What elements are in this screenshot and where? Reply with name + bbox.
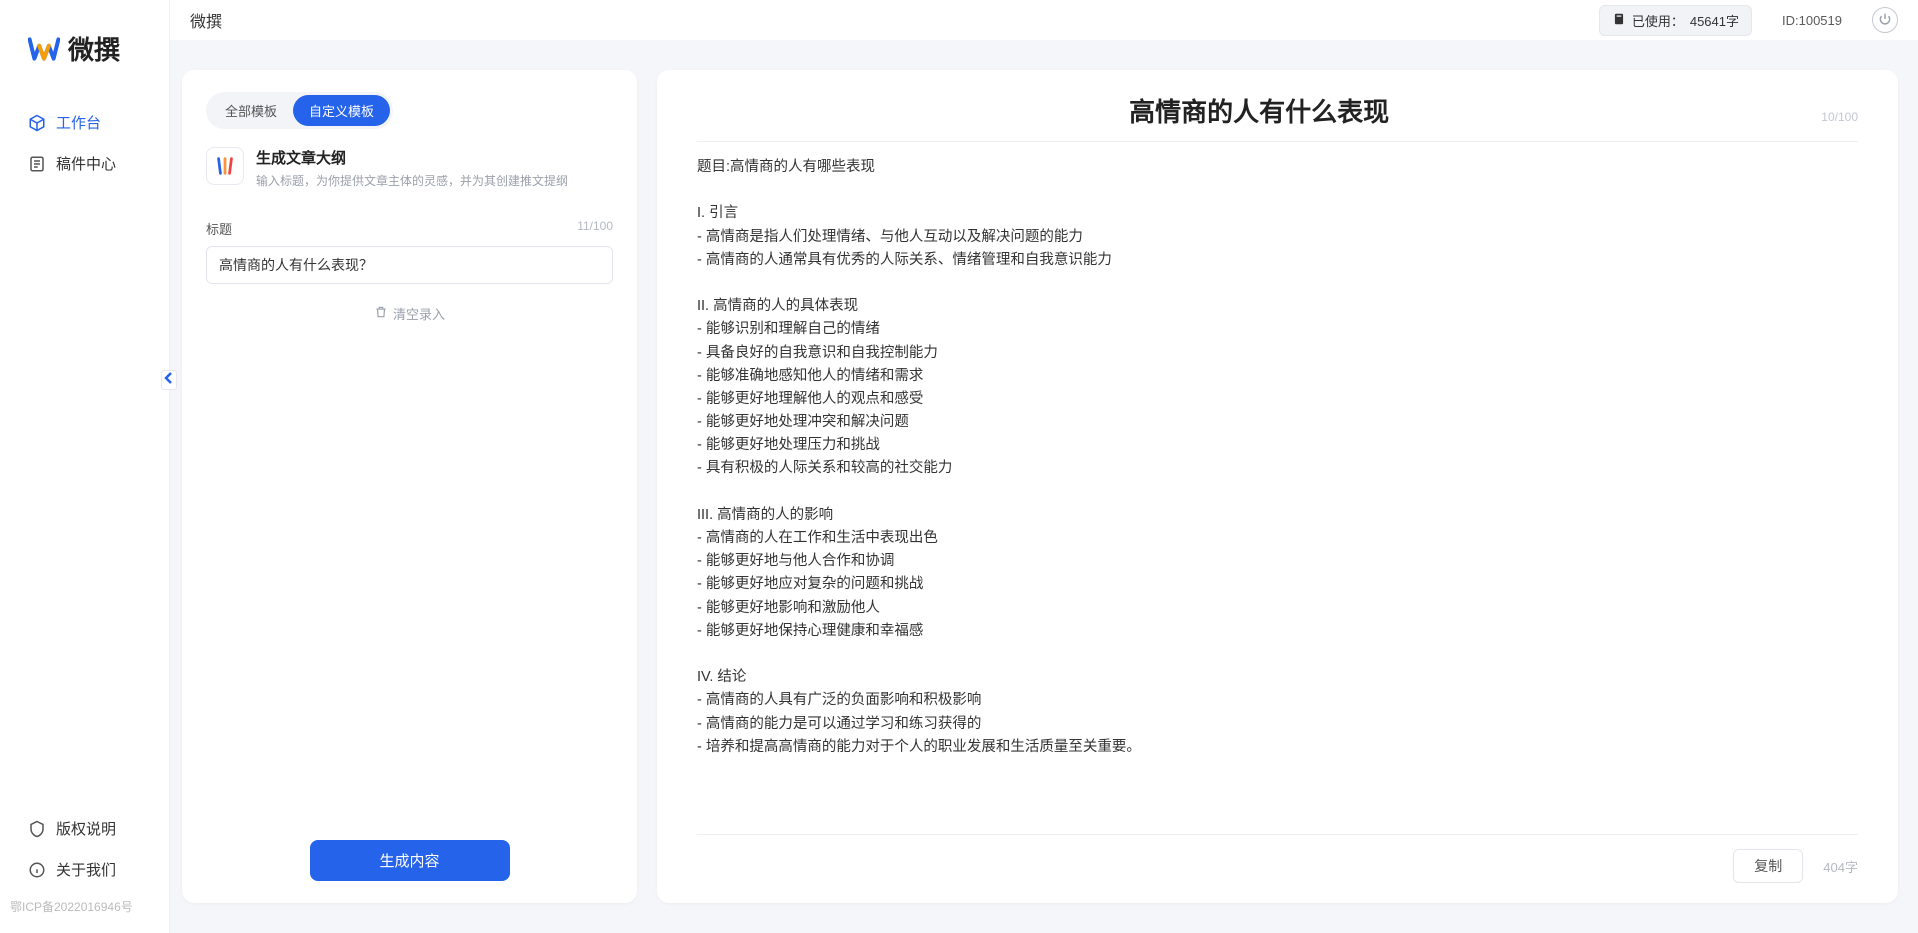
output-title-char-count: 10/100 (1821, 110, 1858, 124)
nav-label: 版权说明 (56, 818, 116, 839)
usage-prefix: 已使用： (1632, 11, 1684, 30)
usage-icon (1612, 12, 1626, 29)
nav-label: 稿件中心 (56, 153, 116, 174)
title-field-label: 标题 (206, 219, 232, 238)
input-panel: 全部模板 自定义模板 生成文章大纲 输入标题，为你提供文章主体的灵感，并为其创建… (182, 70, 637, 903)
copy-button[interactable]: 复制 (1733, 849, 1803, 883)
template-header: 生成文章大纲 输入标题，为你提供文章主体的灵感，并为其创建推文提纲 (206, 147, 613, 189)
output-body[interactable]: 题目:高情商的人有哪些表现 I. 引言 - 高情商是指人们处理情绪、与他人互动以… (697, 156, 1858, 834)
nav-label: 工作台 (56, 112, 101, 133)
power-icon (1878, 12, 1892, 29)
template-tabs: 全部模板 自定义模板 (206, 92, 393, 129)
title-char-count: 11/100 (577, 219, 613, 238)
document-icon (28, 155, 46, 173)
nav-drafts[interactable]: 稿件中心 (0, 143, 169, 184)
icp-label: 鄂ICP备2022016946号 (0, 890, 169, 923)
cube-icon (28, 114, 46, 132)
template-desc: 输入标题，为你提供文章主体的灵感，并为其创建推文提纲 (256, 172, 568, 189)
user-id: ID:100519 (1782, 13, 1842, 28)
clear-label: 清空录入 (393, 304, 445, 323)
shield-icon (28, 820, 46, 838)
logo-text: 微撰 (68, 30, 120, 67)
tab-custom-template[interactable]: 自定义模板 (293, 95, 390, 126)
usage-pill: 已使用： 45641字 (1599, 5, 1752, 36)
page-title: 微撰 (190, 8, 222, 32)
topbar: 微撰 已使用： 45641字 ID:100519 (170, 0, 1918, 40)
template-title: 生成文章大纲 (256, 147, 568, 168)
logo: 微撰 (0, 0, 169, 92)
logo-icon (28, 33, 60, 65)
nav-workbench[interactable]: 工作台 (0, 102, 169, 143)
sidebar-collapse-handle[interactable] (161, 370, 177, 390)
nav: 工作台 稿件中心 (0, 92, 169, 798)
nav-about[interactable]: 关于我们 (0, 849, 169, 890)
info-icon (28, 861, 46, 879)
output-panel: 高情商的人有什么表现 10/100 题目:高情商的人有哪些表现 I. 引言 - … (657, 70, 1898, 903)
nav-copyright[interactable]: 版权说明 (0, 808, 169, 849)
sidebar-bottom: 版权说明 关于我们 鄂ICP备2022016946号 (0, 798, 169, 933)
sidebar: 微撰 工作台 稿件中心 版权说明 (0, 0, 170, 933)
generate-button[interactable]: 生成内容 (309, 840, 509, 881)
template-icon (206, 147, 244, 185)
output-word-count: 404字 (1823, 857, 1858, 876)
usage-value: 45641字 (1690, 11, 1739, 30)
title-input[interactable] (206, 246, 613, 284)
power-button[interactable] (1872, 7, 1898, 33)
output-title: 高情商的人有什么表现 (697, 92, 1821, 129)
clear-input-button[interactable]: 清空录入 (206, 304, 613, 323)
tab-all-templates[interactable]: 全部模板 (209, 95, 293, 126)
trash-icon (374, 305, 388, 322)
nav-label: 关于我们 (56, 859, 116, 880)
chevron-left-icon (164, 371, 174, 389)
